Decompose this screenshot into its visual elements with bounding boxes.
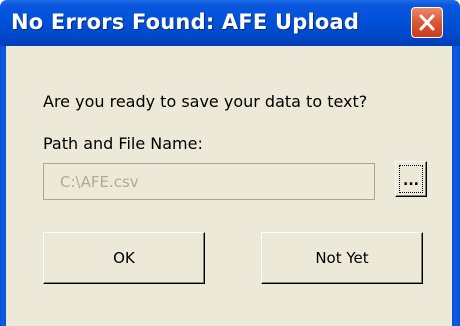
path-label: Path and File Name: (43, 134, 203, 153)
dialog-body: Are you ready to save your data to text?… (6, 46, 452, 326)
not-yet-button[interactable]: Not Yet (261, 232, 423, 284)
question-text: Are you ready to save your data to text? (43, 92, 368, 111)
browse-button-label: ... (403, 173, 419, 189)
close-button[interactable] (411, 7, 443, 38)
dialog-window: No Errors Found: AFE Upload Are you read… (0, 0, 460, 326)
ok-button[interactable]: OK (43, 232, 205, 284)
browse-button[interactable]: ... (395, 161, 427, 197)
window-frame-right (452, 46, 460, 326)
window-title: No Errors Found: AFE Upload (11, 10, 360, 34)
close-icon (419, 14, 435, 31)
title-bar[interactable]: No Errors Found: AFE Upload (0, 0, 460, 46)
path-input[interactable] (43, 163, 375, 200)
